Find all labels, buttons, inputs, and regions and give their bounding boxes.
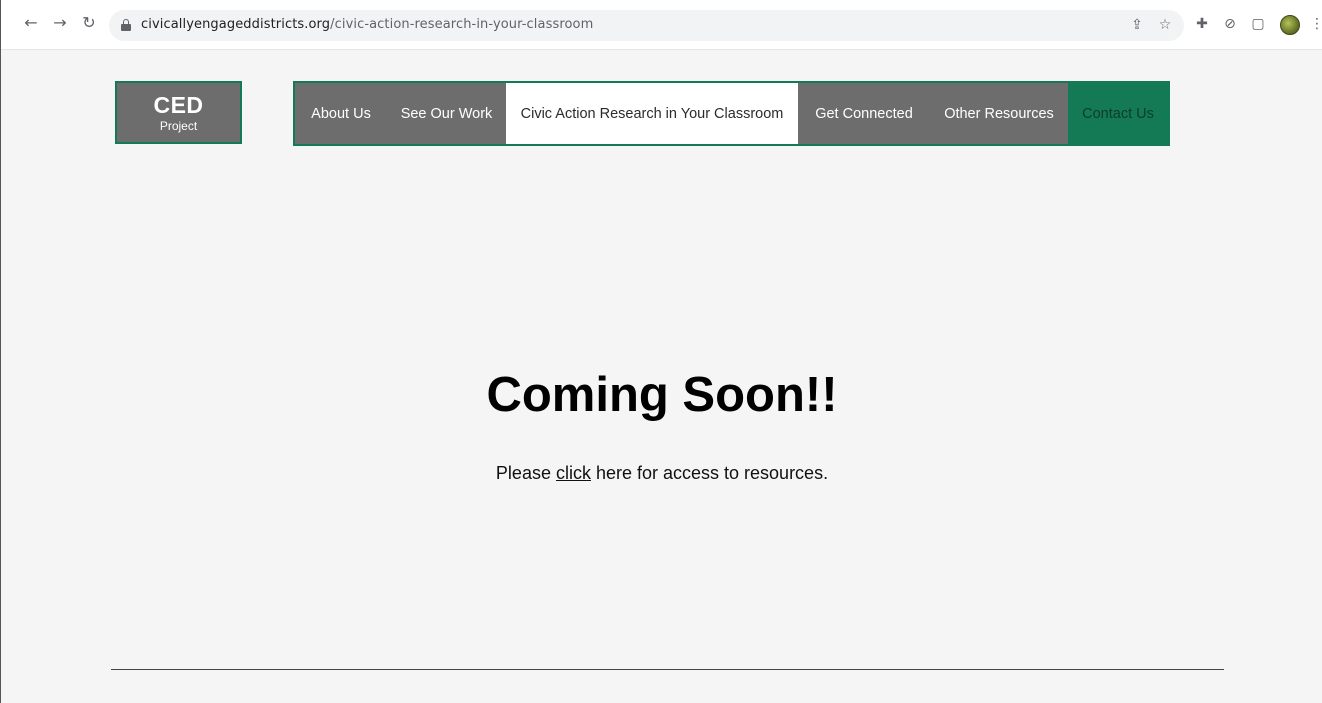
url-domain: civicallyengageddistricts.org — [141, 17, 331, 32]
side-panel-icon[interactable]: ▢ — [1248, 14, 1268, 34]
url-text[interactable]: civicallyengageddistricts.org/civic-acti… — [141, 17, 593, 32]
kebab-menu-icon[interactable]: ⋮ — [1310, 14, 1322, 34]
nav-item-other-resources[interactable]: Other Resources — [930, 83, 1068, 144]
reload-icon[interactable]: ↻ — [79, 13, 99, 33]
lock-icon[interactable] — [121, 19, 131, 31]
footer-divider — [111, 669, 1224, 670]
paragraph-text-before: Please — [495, 463, 556, 483]
logo-title: CED — [153, 92, 204, 118]
address-bar[interactable]: civicallyengageddistricts.org/civic-acti… — [109, 10, 1184, 41]
url-path: /civic-action-research-in-your-classroom — [330, 17, 594, 32]
nav-item-see-our-work[interactable]: See Our Work — [387, 83, 506, 144]
resources-link[interactable]: click — [556, 463, 591, 483]
nav-item-civic-action-research[interactable]: Civic Action Research in Your Classroom — [506, 83, 798, 144]
extension-icon[interactable]: ⊘ — [1220, 14, 1240, 34]
logo-subtitle: Project — [159, 119, 198, 133]
avatar[interactable] — [1280, 15, 1300, 35]
site-nav: About Us See Our Work Civic Action Resea… — [293, 81, 1170, 146]
site-logo[interactable]: CED Project — [115, 81, 242, 144]
nav-item-get-connected[interactable]: Get Connected — [798, 83, 930, 144]
page-heading: Coming Soon!! — [486, 368, 838, 422]
forward-arrow-icon[interactable]: → — [50, 13, 70, 33]
nav-item-about-us[interactable]: About Us — [295, 83, 387, 144]
share-icon[interactable]: ⇪ — [1127, 15, 1147, 35]
star-icon[interactable]: ☆ — [1155, 15, 1175, 35]
puzzle-icon[interactable]: ✚ — [1192, 14, 1212, 34]
resources-paragraph: Please click here for access to resource… — [1, 463, 1322, 484]
page-frame: ← → ↻ civicallyengageddistricts.org/civi… — [0, 0, 1322, 703]
back-arrow-icon[interactable]: ← — [21, 13, 41, 33]
paragraph-text-after: here for access to resources. — [590, 463, 829, 483]
nav-item-contact-us[interactable]: Contact Us — [1068, 83, 1168, 144]
browser-toolbar: ← → ↻ civicallyengageddistricts.org/civi… — [1, 0, 1322, 50]
